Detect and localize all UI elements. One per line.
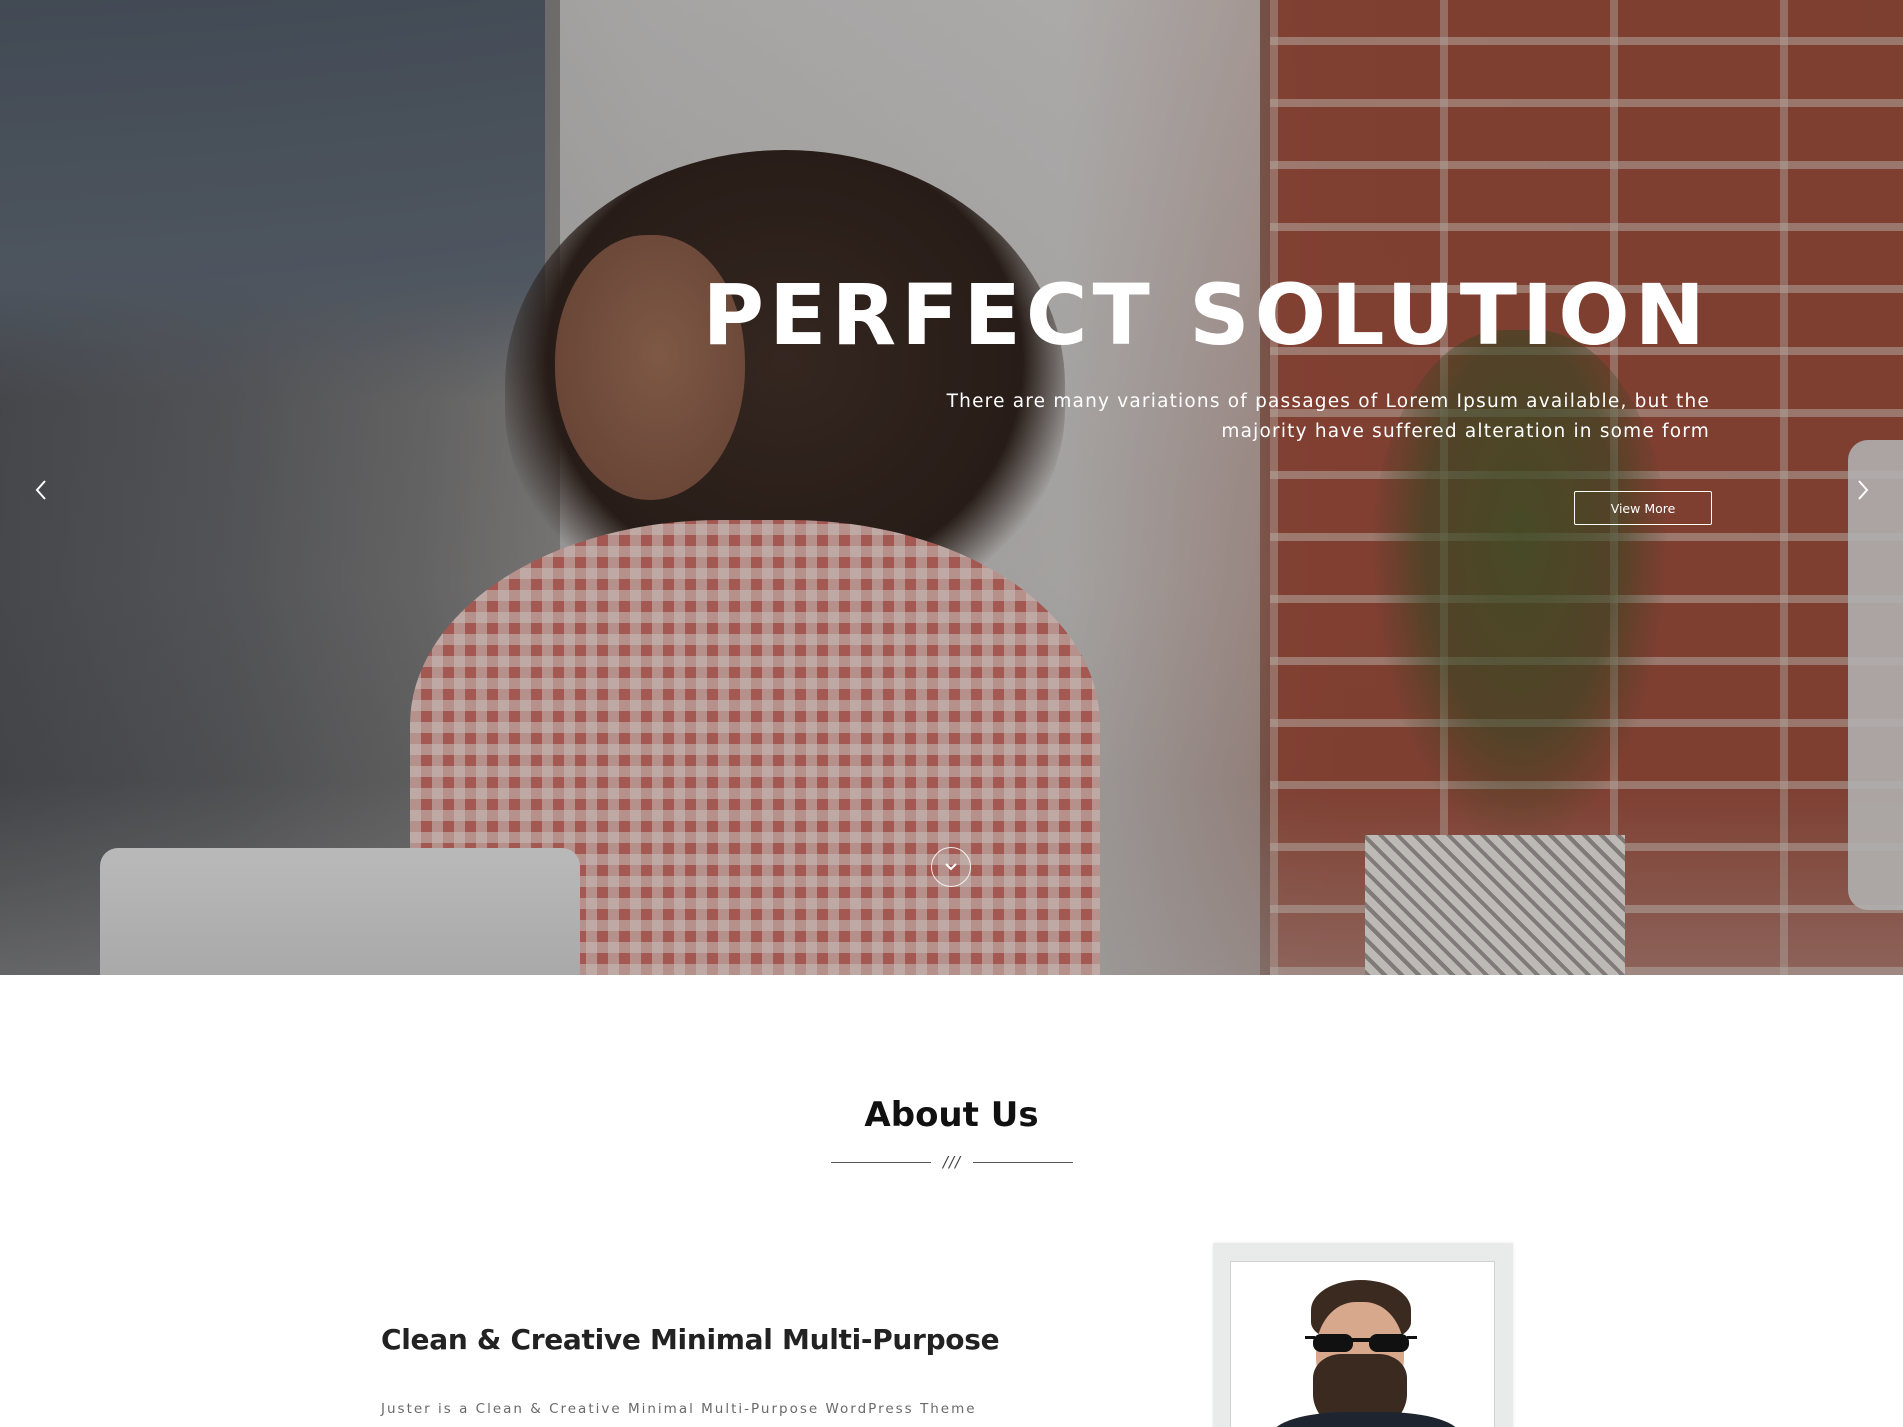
about-photo (1230, 1261, 1495, 1427)
divider-line-left (831, 1161, 931, 1163)
divider-line-right (972, 1161, 1073, 1163)
chevron-down-icon (945, 863, 957, 871)
hero-subtitle-line2: majority have suffered alteration in som… (1221, 421, 1710, 442)
chevron-left-icon (35, 480, 46, 500)
hero-subtitle: There are many variations of passages of… (880, 387, 1710, 447)
slider-prev-button[interactable] (26, 475, 56, 505)
about-photo-frame (1213, 1243, 1513, 1427)
hero-subtitle-line1: There are many variations of passages of… (946, 391, 1710, 412)
view-more-button[interactable]: View More (1574, 491, 1712, 525)
about-text: Juster is a Clean & Creative Minimal Mul… (381, 1401, 977, 1417)
chevron-right-icon (1858, 480, 1869, 500)
section-divider: /// (831, 1152, 1073, 1172)
photo-man-suit (1271, 1412, 1461, 1427)
sunglasses-icon (1305, 1334, 1417, 1352)
hero-title: PERFECT SOLUTION (702, 266, 1710, 364)
hero-overlay (0, 0, 1903, 975)
about-title: About Us (864, 1095, 1039, 1135)
hero-slider: PERFECT SOLUTION There are many variatio… (0, 0, 1903, 975)
divider-mark: /// (942, 1153, 962, 1171)
about-heading: Clean & Creative Minimal Multi-Purpose (381, 1323, 1000, 1356)
scroll-down-button[interactable] (931, 847, 971, 887)
slider-next-button[interactable] (1848, 475, 1878, 505)
